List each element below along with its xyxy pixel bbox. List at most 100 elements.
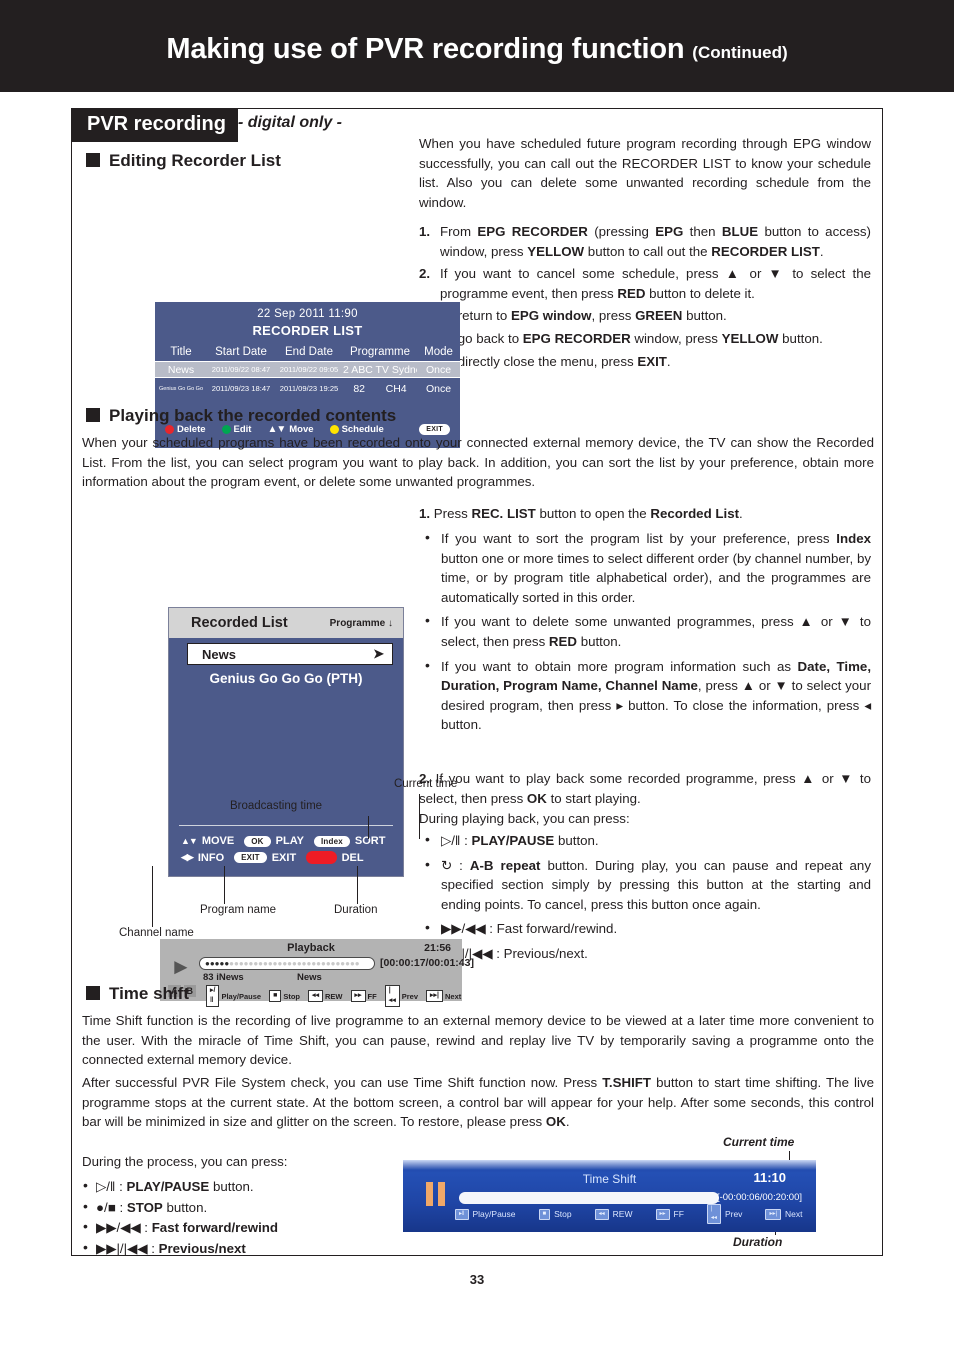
playback-progress-bar[interactable]: ●●●●●●●●●●●●●●●●●●●●●●●●●●●●●●●● bbox=[199, 957, 375, 970]
bullet-item: • ▶▶/◀◀ : Fast forward/rewind. bbox=[419, 919, 871, 939]
section-subtitle: - digital only - bbox=[238, 114, 342, 131]
prev-key-label: Prev bbox=[724, 1209, 743, 1219]
rewind-key-label: REW bbox=[325, 991, 343, 1001]
row-programme: 2 ABC TV Sydney bbox=[343, 364, 417, 376]
bullet-text: If you want to delete some unwanted prog… bbox=[441, 614, 871, 649]
callout-channel-name: Channel name bbox=[119, 927, 194, 939]
recorder-list-column-headers: Title Start Date End Date Programme Mode bbox=[155, 338, 460, 358]
callout-duration: Duration bbox=[334, 904, 378, 916]
up-down-arrow-icon: ▲▼ bbox=[181, 836, 198, 846]
info-label: INFO bbox=[197, 851, 225, 864]
bullet-dot-icon: • bbox=[83, 1197, 88, 1214]
bullet-dot-icon: • bbox=[425, 831, 430, 847]
playback-duration: [00:00:17/00:01:43] bbox=[380, 957, 474, 969]
page-header-bar: Making use of PVR recording function (Co… bbox=[0, 0, 954, 92]
prev-key-icon[interactable]: |◂◂ bbox=[384, 985, 400, 1007]
square-bullet-icon bbox=[86, 153, 100, 167]
rewind-key[interactable]: ◂◂ REW bbox=[594, 1208, 633, 1220]
osd-recorder-list[interactable]: 22 Sep 2011 11:90 RECORDER LIST Title St… bbox=[154, 302, 461, 448]
playback-current-time: 21:56 bbox=[424, 942, 451, 954]
table-row[interactable]: Genius Go Go Go 2011/09/23 18:47 2011/09… bbox=[155, 381, 460, 396]
recorder-list-date: 22 Sep 2011 11:90 bbox=[257, 308, 358, 320]
playback-program-name: News bbox=[297, 972, 322, 983]
step-item: 1. From EPG RECORDER (pressing EPG then B… bbox=[419, 222, 871, 261]
next-key-icon[interactable]: ▸▸| bbox=[426, 990, 444, 1002]
step-text: If you want to cancel some schedule, pre… bbox=[440, 266, 871, 301]
row-start-date: 2011/09/23 18:47 bbox=[211, 384, 271, 393]
fastforward-key-icon[interactable]: ▸▸ bbox=[350, 990, 366, 1002]
osd-timeshift-bar[interactable]: Time Shift 11:10 [-00:00:06/00:20:00] ▸‖… bbox=[403, 1160, 816, 1232]
play-pause-key-icon: ▸‖ bbox=[455, 1208, 469, 1220]
prev-key-label: Prev bbox=[401, 991, 419, 1001]
playing-back-during-bullets: • ▷/‖ : PLAY/PAUSE button. • ↻ : A-B repea… bbox=[419, 831, 871, 969]
screen-glare bbox=[403, 1160, 816, 1170]
row-end-date: 2011/09/22 09:05 bbox=[279, 365, 339, 374]
list-item[interactable]: News ➤ bbox=[187, 643, 393, 665]
row-end-date: 2011/09/23 19:25 bbox=[279, 384, 339, 393]
stop-key[interactable]: ■ Stop bbox=[538, 1208, 572, 1220]
recorded-list-sort-label: Programme ↓ bbox=[329, 617, 393, 629]
ok-button[interactable]: OK bbox=[244, 835, 271, 847]
next-key[interactable]: ▸▸| Next bbox=[765, 1208, 803, 1220]
playback-key-legend: ▸/‖ Play/Pause ■ Stop ◂◂ REW ▸▸ FF |◂◂ Prev ▸… bbox=[206, 985, 469, 1007]
osd-playback-bar[interactable]: ► Playback 21:56 ●●●●●●●●●●●●●●●●●●●●●●●… bbox=[160, 939, 474, 1007]
stop-key-icon[interactable]: ■ bbox=[269, 990, 282, 1002]
leader-line bbox=[357, 866, 359, 904]
index-button[interactable]: Index bbox=[313, 835, 350, 847]
recorder-list-title: RECORDER LIST bbox=[252, 323, 363, 338]
row-start-date: 2011/09/22 08:47 bbox=[211, 365, 271, 374]
col-end-date: End Date bbox=[285, 346, 333, 358]
fastforward-key[interactable]: ▸▸ FF bbox=[655, 1208, 684, 1220]
progress-dots: ●●●●●●●●●●●●●●●●●●●●●●●●●●●●●●●● bbox=[205, 958, 360, 968]
steps-list: 1. From EPG RECORDER (pressing EPG then B… bbox=[419, 222, 871, 371]
fastforward-key-label: FF bbox=[367, 991, 377, 1001]
callout-current-time: Current time bbox=[394, 778, 458, 790]
heading-playing-back: Playing back the recorded contents bbox=[86, 406, 396, 426]
bullet-item: • ▷/‖ : PLAY/PAUSE button. bbox=[419, 831, 871, 851]
playing-back-during-label: During playing back, you can press: bbox=[419, 811, 630, 826]
editing-recorder-steps: 1. From EPG RECORDER (pressing EPG then B… bbox=[419, 222, 871, 374]
fastforward-key-icon: ▸▸ bbox=[655, 1208, 670, 1220]
row-programme-number: 2 bbox=[343, 363, 349, 376]
bullet-dot-icon: • bbox=[425, 919, 430, 936]
playing-back-step2: 2. If you want to play back some recorde… bbox=[419, 771, 871, 806]
rewind-key-label: REW bbox=[612, 1209, 633, 1219]
divider bbox=[179, 825, 393, 826]
prev-key[interactable]: |◂◂ Prev bbox=[706, 1204, 743, 1224]
bullet-text: ▷/‖ : PLAY/PAUSE button. bbox=[441, 833, 599, 848]
bullet-text: ▷/‖ : PLAY/PAUSE button. bbox=[96, 1179, 254, 1194]
step-extra-text: To go back to EPG RECORDER window, press… bbox=[440, 330, 823, 346]
timeshift-key-legend: ▸‖ Play/Pause ■ Stop ◂◂ REW ▸▸ FF |◂◂ Prev ▸▸… bbox=[455, 1204, 806, 1224]
callout-timeshift-current-time: Current time bbox=[723, 1135, 795, 1149]
timeshift-current-time: 11:10 bbox=[753, 1170, 786, 1185]
bullet-dot-icon: • bbox=[425, 612, 430, 629]
exit-button[interactable]: EXIT bbox=[234, 852, 267, 863]
bullet-dot-icon: • bbox=[83, 1177, 88, 1193]
rewind-key-icon[interactable]: ◂◂ bbox=[307, 990, 324, 1002]
bullet-item: •▶▶|/|◀◀ : Previous/next. bbox=[419, 944, 871, 964]
play-pause-key-label: Play/Pause bbox=[221, 991, 262, 1001]
square-bullet-icon bbox=[86, 408, 100, 422]
bullet-item: • ↻ : A-B repeat button. During play, you… bbox=[419, 856, 871, 915]
callout-timeshift-duration: Duration bbox=[733, 1235, 783, 1249]
bullet-list: • ▷/‖ : PLAY/PAUSE button. • ↻ : A-B repea… bbox=[419, 831, 871, 964]
bullet-item: • If you want to obtain more program info… bbox=[419, 657, 871, 735]
page-title-continued: (Continued) bbox=[692, 43, 788, 62]
heading-editing-recorder-list: Editing Recorder List bbox=[86, 151, 281, 171]
footer-row: ◀▶ INFO EXIT EXIT DEL bbox=[181, 851, 393, 864]
footer-row: ▲▼ MOVE OK PLAY Index SORT bbox=[181, 835, 393, 847]
play-pause-key[interactable]: ▸‖ Play/Pause bbox=[455, 1208, 516, 1220]
playback-channel-name: 83 iNews bbox=[203, 972, 244, 983]
next-key-label: Next bbox=[445, 991, 462, 1001]
list-item-label: News bbox=[202, 646, 236, 662]
list-item[interactable]: Genius Go Go Go (PTH) bbox=[169, 671, 403, 686]
timeshift-progress-bar[interactable] bbox=[459, 1192, 719, 1204]
playing-back-bullets: • If you want to sort the program list by… bbox=[419, 529, 871, 740]
play-pause-key-icon[interactable]: ▸/‖ bbox=[206, 985, 220, 1007]
leader-line bbox=[152, 866, 154, 927]
red-button-icon[interactable] bbox=[306, 851, 337, 864]
col-programme: Programme bbox=[349, 346, 411, 358]
heading-time-shift-label: Time shift bbox=[109, 984, 189, 1003]
table-row[interactable]: News 2011/09/22 08:47 2011/09/22 09:05 2… bbox=[154, 361, 461, 378]
del-label: DEL bbox=[341, 851, 364, 864]
